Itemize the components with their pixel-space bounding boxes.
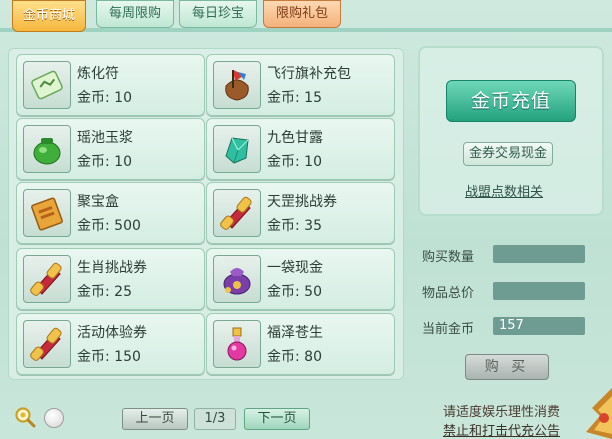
shop-item-card[interactable]: 瑶池玉浆金币: 10 xyxy=(16,118,205,180)
item-name: 聚宝盒 xyxy=(77,194,119,210)
money-bag-icon xyxy=(213,255,261,303)
item-name: 飞行旗补充包 xyxy=(267,66,351,82)
shop-item-card[interactable]: 一袋现金金币: 50 xyxy=(206,248,395,310)
talisman-icon xyxy=(23,61,71,109)
shop-item-card[interactable]: 聚宝盒金币: 500 xyxy=(16,182,205,244)
gold-price-label: 金币: xyxy=(267,218,300,234)
shop-item-card[interactable]: 福泽苍生金币: 80 xyxy=(206,313,395,375)
tab-gold-mall[interactable]: 金币商城 xyxy=(12,0,86,32)
item-name: 天罡挑战券 xyxy=(267,194,337,210)
item-name: 福泽苍生 xyxy=(267,325,323,341)
total-price-field xyxy=(493,282,585,300)
flag-bag-icon xyxy=(213,61,261,109)
gold-price-label: 金币: xyxy=(77,218,110,234)
shop-item-card[interactable]: 生肖挑战券金币: 25 xyxy=(16,248,205,310)
prev-page-button[interactable]: 上一页 xyxy=(122,408,188,430)
anti-proxy-recharge-link[interactable]: 禁止和打击代充公告 xyxy=(443,420,560,439)
magnifier-icon[interactable] xyxy=(14,406,36,428)
item-price: 金币: 50 xyxy=(267,281,322,301)
tab-limited-gift[interactable]: 限购礼包 xyxy=(263,0,341,28)
gold-price-value: 35 xyxy=(304,218,322,234)
current-gold-field: 157 xyxy=(493,317,585,335)
scroll-icon xyxy=(213,189,261,237)
item-price: 金币: 15 xyxy=(267,87,322,107)
total-price-label: 物品总价 xyxy=(422,286,475,301)
potion-bottle-icon xyxy=(213,320,261,368)
gold-price-label: 金币: xyxy=(267,349,300,365)
quantity-label: 购买数量 xyxy=(422,250,475,265)
corner-ornament-icon xyxy=(586,388,612,439)
voucher-trade-button[interactable]: 金券交易现金 xyxy=(463,142,553,166)
jade-jar-icon xyxy=(23,125,71,173)
item-price: 金币: 10 xyxy=(77,151,132,171)
gold-price-value: 25 xyxy=(114,284,132,300)
scroll-icon xyxy=(23,255,71,303)
item-price: 金币: 25 xyxy=(77,281,132,301)
scroll-icon xyxy=(23,320,71,368)
top-border xyxy=(0,28,612,32)
gold-price-value: 500 xyxy=(114,218,141,234)
tab-daily-treasure[interactable]: 每日珍宝 xyxy=(179,0,257,28)
gold-price-label: 金币: xyxy=(267,284,300,300)
toggle-circle-button[interactable] xyxy=(44,408,64,428)
shop-item-card[interactable]: 飞行旗补充包 金币: 15 xyxy=(206,54,395,116)
gold-price-label: 金币: xyxy=(267,154,300,170)
gold-price-value: 80 xyxy=(304,349,322,365)
gold-price-label: 金币: xyxy=(267,90,300,106)
gold-price-value: 150 xyxy=(114,349,141,365)
alliance-points-link[interactable]: 战盟点数相关 xyxy=(465,181,543,200)
page-indicator: 1/3 xyxy=(194,408,236,430)
item-name: 生肖挑战券 xyxy=(77,260,147,276)
gold-price-value: 10 xyxy=(304,154,322,170)
quantity-field[interactable] xyxy=(493,245,585,263)
gem-crystal-icon xyxy=(213,125,261,173)
gold-price-value: 15 xyxy=(304,90,322,106)
moderate-play-notice: 请适度娱乐理性消费 xyxy=(443,405,561,420)
item-price: 金币: 10 xyxy=(267,151,322,171)
item-name: 一袋现金 xyxy=(267,260,323,276)
shop-item-card[interactable]: 炼化符金币: 10 xyxy=(16,54,205,116)
item-name: 炼化符 xyxy=(77,66,119,82)
shop-item-card[interactable]: 天罡挑战券金币: 35 xyxy=(206,182,395,244)
item-price: 金币: 150 xyxy=(77,346,141,366)
gold-recharge-button[interactable]: 金币充值 xyxy=(446,80,576,122)
item-price: 金币: 80 xyxy=(267,346,322,366)
next-page-button[interactable]: 下一页 xyxy=(244,408,310,430)
item-name: 瑶池玉浆 xyxy=(77,130,133,146)
gold-price-label: 金币: xyxy=(77,154,110,170)
item-price: 金币: 500 xyxy=(77,215,141,235)
shop-item-card[interactable]: 九色甘露金币: 10 xyxy=(206,118,395,180)
current-gold-label: 当前金币 xyxy=(422,322,475,337)
tab-weekly-limited[interactable]: 每周限购 xyxy=(96,0,174,28)
gold-price-label: 金币: xyxy=(77,90,110,106)
gold-price-label: 金币: xyxy=(77,349,110,365)
gold-price-value: 10 xyxy=(114,90,132,106)
item-price: 金币: 10 xyxy=(77,87,132,107)
buy-button[interactable]: 购 买 xyxy=(465,354,549,380)
gold-price-label: 金币: xyxy=(77,284,110,300)
item-name: 九色甘露 xyxy=(267,130,323,146)
item-name: 活动体验券 xyxy=(77,325,147,341)
item-price: 金币: 35 xyxy=(267,215,322,235)
gold-price-value: 10 xyxy=(114,154,132,170)
shop-item-card[interactable]: 活动体验券金币: 150 xyxy=(16,313,205,375)
gold-price-value: 50 xyxy=(304,284,322,300)
treasure-box-icon xyxy=(23,189,71,237)
